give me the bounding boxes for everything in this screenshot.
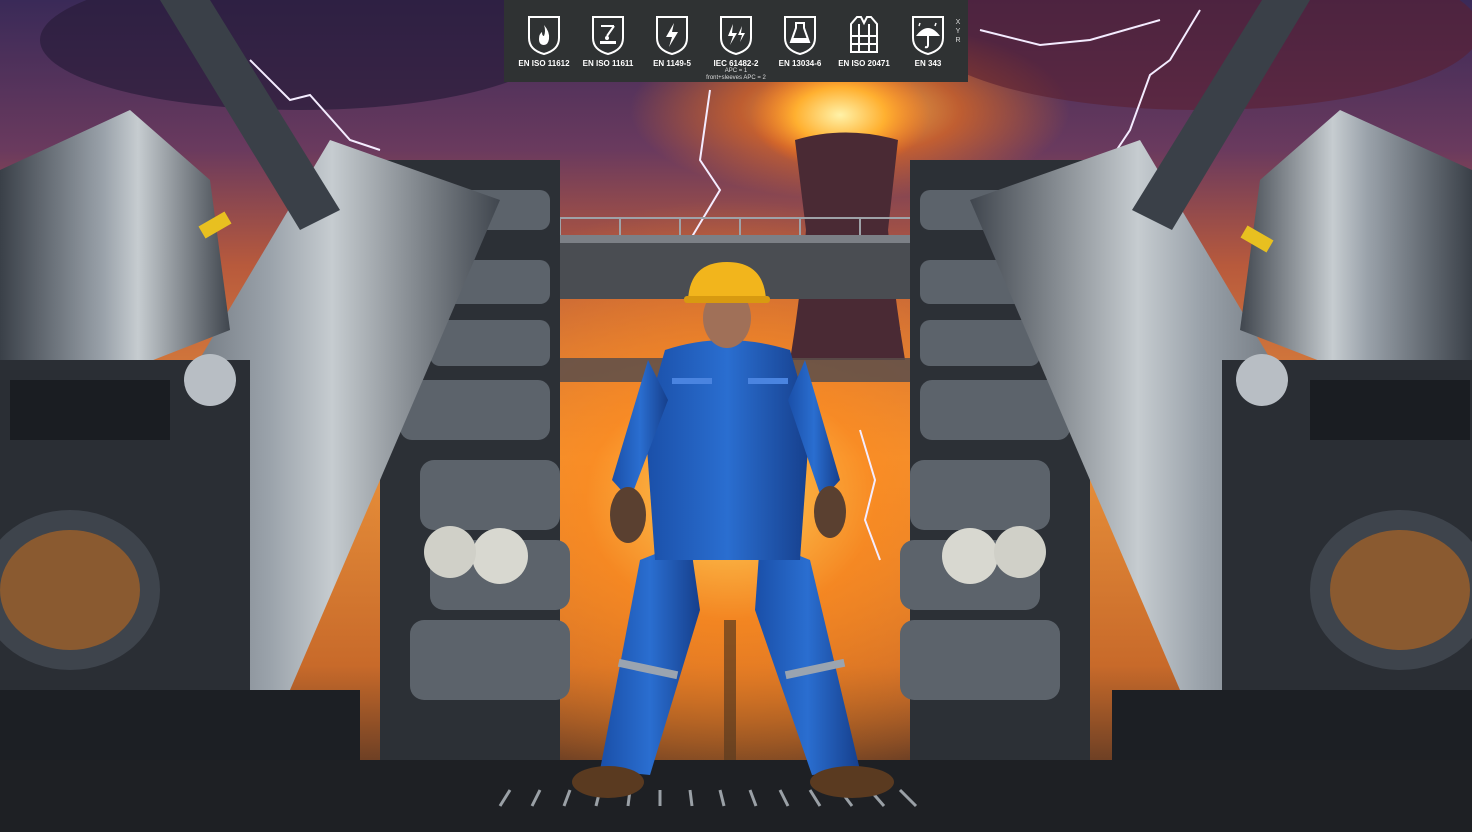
cert-en-13034-6: EN 13034-6 [772,0,828,68]
cert-apc-note: front+sleeves APC = 2 [706,75,766,81]
left-machinery [0,0,570,800]
storm-cloud [40,0,560,110]
right-boot [810,766,894,798]
cert-standard-label: EN 1149-5 [653,59,691,68]
power-plant-illustration [0,0,1472,832]
welding-shield-icon [592,16,624,56]
right-machinery [900,0,1472,800]
cert-en-iso-20471: EN ISO 20471 [836,0,892,68]
cert-iec-61482-2: IEC 61482-2 APC = 1 front+sleeves APC = … [706,0,766,82]
cert-en-343: EN 343 X Y R [900,0,961,68]
cert-standard-label: IEC 61482-2 [713,59,759,68]
left-boot [572,766,644,798]
cert-standard-label: EN ISO 20471 [838,59,890,68]
cert-en-1149-5: EN 1149-5 [644,0,700,68]
cert-en-iso-11611: EN ISO 11611 [580,0,636,68]
cert-class-labels: X Y R [955,19,961,44]
floor-platform [0,760,1472,832]
cert-standard-label: EN ISO 11611 [582,59,634,68]
flame-shield-icon [528,16,560,56]
distant-tower [724,620,736,760]
cert-apc-note: APC = 1 [724,68,748,74]
cert-standard-label: EN ISO 11612 [518,59,570,68]
cert-en-iso-11612: EN ISO 11612 [516,0,572,68]
hi-vis-vest-icon [850,16,878,53]
cert-standard-label: EN 343 [914,59,942,68]
certification-badge-bar: EN ISO 11612 EN ISO 11611 EN 1149-5 IEC … [504,0,968,82]
left-glove [610,487,646,543]
industrial-hero-scene: EN ISO 11612 EN ISO 11611 EN 1149-5 IEC … [0,0,1472,832]
arc-flash-shield-icon [720,16,752,56]
chemical-shield-icon [784,16,816,56]
rain-umbrella-shield-icon [912,16,944,56]
cert-standard-label: EN 13034-6 [778,59,822,68]
lightning-shield-icon [656,16,688,56]
right-glove [814,486,846,538]
